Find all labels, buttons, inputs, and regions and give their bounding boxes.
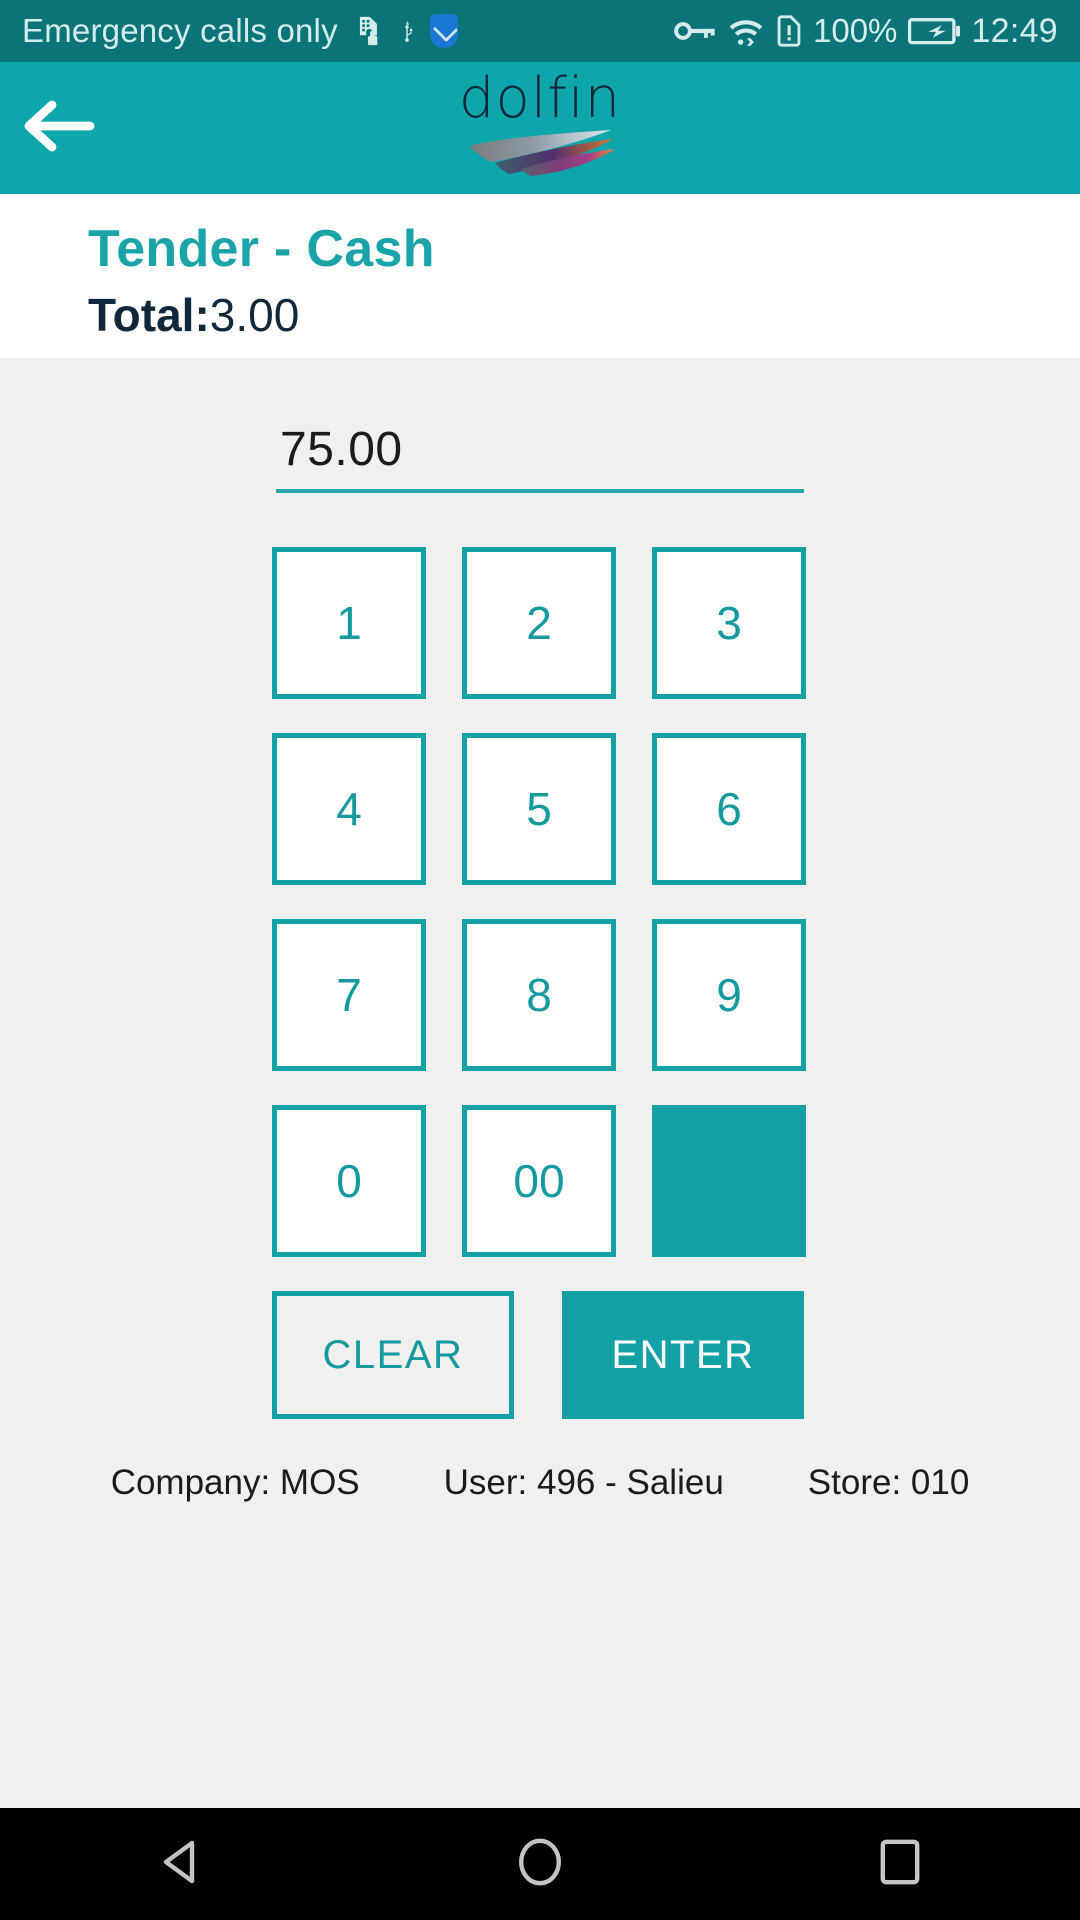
status-bar: Emergency calls only 100% 12:49 (0, 0, 1080, 62)
key-8[interactable]: 8 (462, 919, 616, 1072)
circle-home-icon (516, 1836, 564, 1893)
enter-button[interactable]: ENTER (562, 1291, 804, 1420)
total-row: Total:3.00 (88, 288, 1080, 341)
sim-lock-icon (350, 12, 384, 50)
usb-icon (396, 12, 418, 50)
square-recents-icon (878, 1837, 922, 1892)
android-nav-bar (0, 1808, 1080, 1920)
footer-company: Company: MOS (110, 1463, 360, 1503)
clear-button[interactable]: CLEAR (272, 1291, 514, 1420)
action-buttons: CLEAR ENTER (272, 1291, 808, 1420)
triangle-back-icon (158, 1838, 202, 1891)
nav-back-button[interactable] (80, 1808, 280, 1920)
key-6[interactable]: 6 (652, 733, 806, 886)
brand-logo: dolfin (0, 62, 1080, 194)
app-screen: Emergency calls only 100% 12:49 dolfin T… (0, 0, 1080, 1920)
battery-charging-icon (908, 16, 961, 46)
key-5[interactable]: 5 (462, 733, 616, 886)
status-bar-left: Emergency calls only (22, 12, 458, 50)
total-label: Total: (88, 288, 210, 341)
arrow-left-icon (22, 98, 98, 159)
amount-input[interactable]: 75.00 (276, 424, 804, 494)
nav-home-button[interactable] (440, 1808, 640, 1920)
main-content: 75.00 1 2 3 4 5 6 7 8 9 0 00 CLEAR ENTER… (0, 358, 1080, 1808)
key-blank[interactable] (652, 1105, 806, 1258)
key-1[interactable]: 1 (272, 547, 426, 700)
key-0[interactable]: 0 (272, 1105, 426, 1258)
page-title: Tender - Cash (88, 220, 435, 278)
shield-icon (429, 14, 458, 48)
status-footer: Company: MOS User: 496 - Salieu Store: 0… (0, 1419, 1080, 1525)
total-value: 3.00 (209, 288, 300, 341)
key-7[interactable]: 7 (272, 919, 426, 1072)
footer-store: Store: 010 (807, 1463, 970, 1503)
footer-user: User: 496 - Salieu (443, 1463, 724, 1503)
key-3[interactable]: 3 (652, 547, 806, 700)
app-bar: dolfin (0, 62, 1080, 194)
key-2[interactable]: 2 (462, 547, 616, 700)
vpn-key-icon (674, 16, 716, 46)
keypad-row: 4 5 6 (272, 733, 808, 886)
keypad-row: 0 00 (272, 1105, 808, 1258)
carrier-label: Emergency calls only (22, 12, 338, 49)
status-bar-right: 100% 12:49 (674, 12, 1058, 51)
amount-input-wrapper: 75.00 (276, 424, 804, 494)
clock-label: 12:49 (971, 11, 1058, 50)
nav-recents-button[interactable] (800, 1808, 1000, 1920)
keypad-row: 1 2 3 (272, 547, 808, 700)
key-00[interactable]: 00 (462, 1105, 616, 1258)
sim-alert-icon (776, 14, 802, 48)
brand-swoosh-icon (465, 129, 615, 182)
key-4[interactable]: 4 (272, 733, 426, 886)
brand-wordmark: dolfin (458, 65, 622, 131)
wifi-icon (727, 15, 765, 47)
page-header: Tender - Cash Total:3.00 (0, 194, 1080, 359)
back-button[interactable] (0, 62, 120, 194)
battery-percent-label: 100% (813, 12, 898, 49)
numeric-keypad: 1 2 3 4 5 6 7 8 9 0 00 CLEAR ENTER (272, 547, 808, 1420)
key-9[interactable]: 9 (652, 919, 806, 1072)
keypad-row: 7 8 9 (272, 919, 808, 1072)
